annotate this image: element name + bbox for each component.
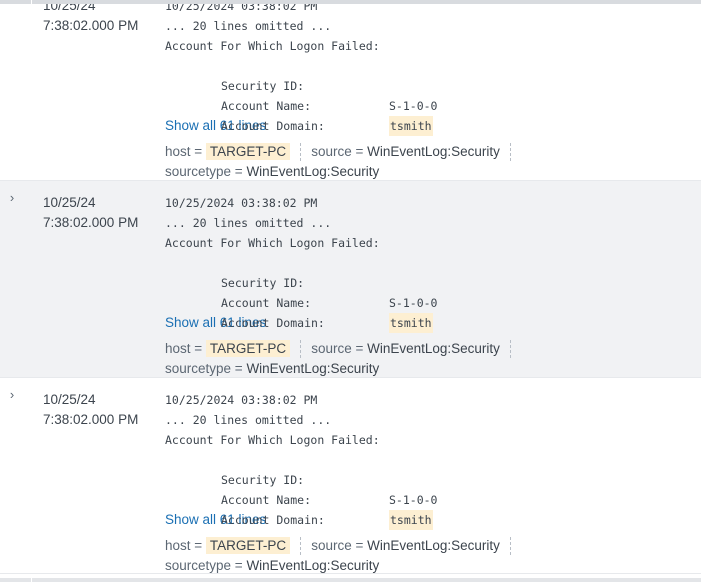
source-label: source = <box>311 538 364 553</box>
security-id-line: Security ID: S-1-0-0 <box>165 253 701 310</box>
event-raw: 10/25/2024 03:38:02 PM ... 20 lines omit… <box>165 193 701 379</box>
account-domain-line: Account Domain: <box>165 293 701 330</box>
event-row: › 10/25/24 7:38:02.000 PM 10/25/2024 03:… <box>0 378 701 574</box>
top-scroll-edge <box>0 0 701 4</box>
event-time: 10/25/24 7:38:02.000 PM <box>43 0 138 36</box>
field-separator <box>300 143 302 162</box>
event-row: › 10/25/24 7:38:02.000 PM 10/25/2024 03:… <box>0 181 701 378</box>
event-date: 10/25/24 <box>43 392 96 407</box>
failed-account-header: Account For Which Logon Failed: <box>165 433 380 447</box>
event-fields: host = TARGET-PC source = WinEventLog:Sec… <box>165 536 701 576</box>
event-fields: host = TARGET-PC source = WinEventLog:Sec… <box>165 339 701 379</box>
sourcetype-label: sourcetype = <box>165 361 243 376</box>
raw-timestamp: 10/25/2024 03:38:02 PM <box>165 393 318 407</box>
fields-line-2: sourcetype = WinEventLog:Security <box>165 556 701 576</box>
event-date: 10/25/24 <box>43 195 96 210</box>
field-separator <box>300 340 302 359</box>
sourcetype-value[interactable]: WinEventLog:Security <box>246 164 379 179</box>
raw-timestamp: 10/25/2024 03:38:02 PM <box>165 196 318 210</box>
event-list: 10/25/24 7:38:02.000 PM 10/25/2024 03:38… <box>0 0 701 574</box>
event-clock-time: 7:38:02.000 PM <box>43 412 139 427</box>
security-id-line: Security ID: S-1-0-0 <box>165 450 701 507</box>
fields-line-2: sourcetype = WinEventLog:Security <box>165 359 701 379</box>
event-time: 10/25/24 7:38:02.000 PM <box>43 390 138 430</box>
host-value[interactable]: TARGET-PC <box>205 143 291 160</box>
fields-line-1: host = TARGET-PC source = WinEventLog:Sec… <box>165 339 701 359</box>
omitted-lines: ... 20 lines omitted ... <box>165 216 332 230</box>
event-time: 10/25/24 7:38:02.000 PM <box>43 193 138 233</box>
omitted-lines: ... 20 lines omitted ... <box>165 413 332 427</box>
event-raw: 10/25/2024 03:38:02 PM ... 20 lines omit… <box>165 390 701 576</box>
sourcetype-value[interactable]: WinEventLog:Security <box>246 361 379 376</box>
host-value[interactable]: TARGET-PC <box>205 340 291 357</box>
fields-line-1: host = TARGET-PC source = WinEventLog:Sec… <box>165 536 701 556</box>
bottom-scroll-edge <box>0 578 701 582</box>
account-name-value[interactable]: tsmith <box>389 510 433 530</box>
chevron-right-icon[interactable]: › <box>6 388 18 402</box>
source-value[interactable]: WinEventLog:Security <box>367 144 500 159</box>
account-name-line: Account Name: tsmith <box>165 76 701 136</box>
field-separator <box>509 143 511 162</box>
failed-account-header: Account For Which Logon Failed: <box>165 236 380 250</box>
fields-line-2: sourcetype = WinEventLog:Security <box>165 162 701 182</box>
omitted-lines: ... 20 lines omitted ... <box>165 19 332 33</box>
event-clock-time: 7:38:02.000 PM <box>43 18 139 33</box>
source-value[interactable]: WinEventLog:Security <box>367 538 500 553</box>
account-domain-label: Account Domain: <box>221 119 325 133</box>
account-domain-label: Account Domain: <box>221 513 325 527</box>
chevron-right-icon[interactable]: › <box>6 191 18 205</box>
event-clock-time: 7:38:02.000 PM <box>43 215 139 230</box>
sourcetype-label: sourcetype = <box>165 558 243 573</box>
sourcetype-value[interactable]: WinEventLog:Security <box>246 558 379 573</box>
account-domain-line: Account Domain: <box>165 490 701 527</box>
sourcetype-label: sourcetype = <box>165 164 243 179</box>
account-name-value[interactable]: tsmith <box>389 116 433 136</box>
host-value[interactable]: TARGET-PC <box>205 537 291 554</box>
account-domain-label: Account Domain: <box>221 316 325 330</box>
failed-account-header: Account For Which Logon Failed: <box>165 39 380 53</box>
security-id-line: Security ID: S-1-0-0 <box>165 56 701 113</box>
source-label: source = <box>311 341 364 356</box>
event-fields: host = TARGET-PC source = WinEventLog:Sec… <box>165 142 701 182</box>
column-divider-bottom <box>31 578 32 582</box>
field-separator <box>300 537 302 556</box>
field-separator <box>509 340 511 359</box>
fields-line-1: host = TARGET-PC source = WinEventLog:Sec… <box>165 142 701 162</box>
account-name-line: Account Name: tsmith <box>165 273 701 333</box>
event-row: 10/25/24 7:38:02.000 PM 10/25/2024 03:38… <box>0 0 701 181</box>
source-label: source = <box>311 144 364 159</box>
column-divider-top <box>31 0 32 4</box>
account-name-value[interactable]: tsmith <box>389 313 433 333</box>
field-separator <box>509 537 511 556</box>
event-raw: 10/25/2024 03:38:02 PM ... 20 lines omit… <box>165 0 701 182</box>
account-name-line: Account Name: tsmith <box>165 470 701 530</box>
source-value[interactable]: WinEventLog:Security <box>367 341 500 356</box>
account-domain-line: Account Domain: <box>165 96 701 133</box>
